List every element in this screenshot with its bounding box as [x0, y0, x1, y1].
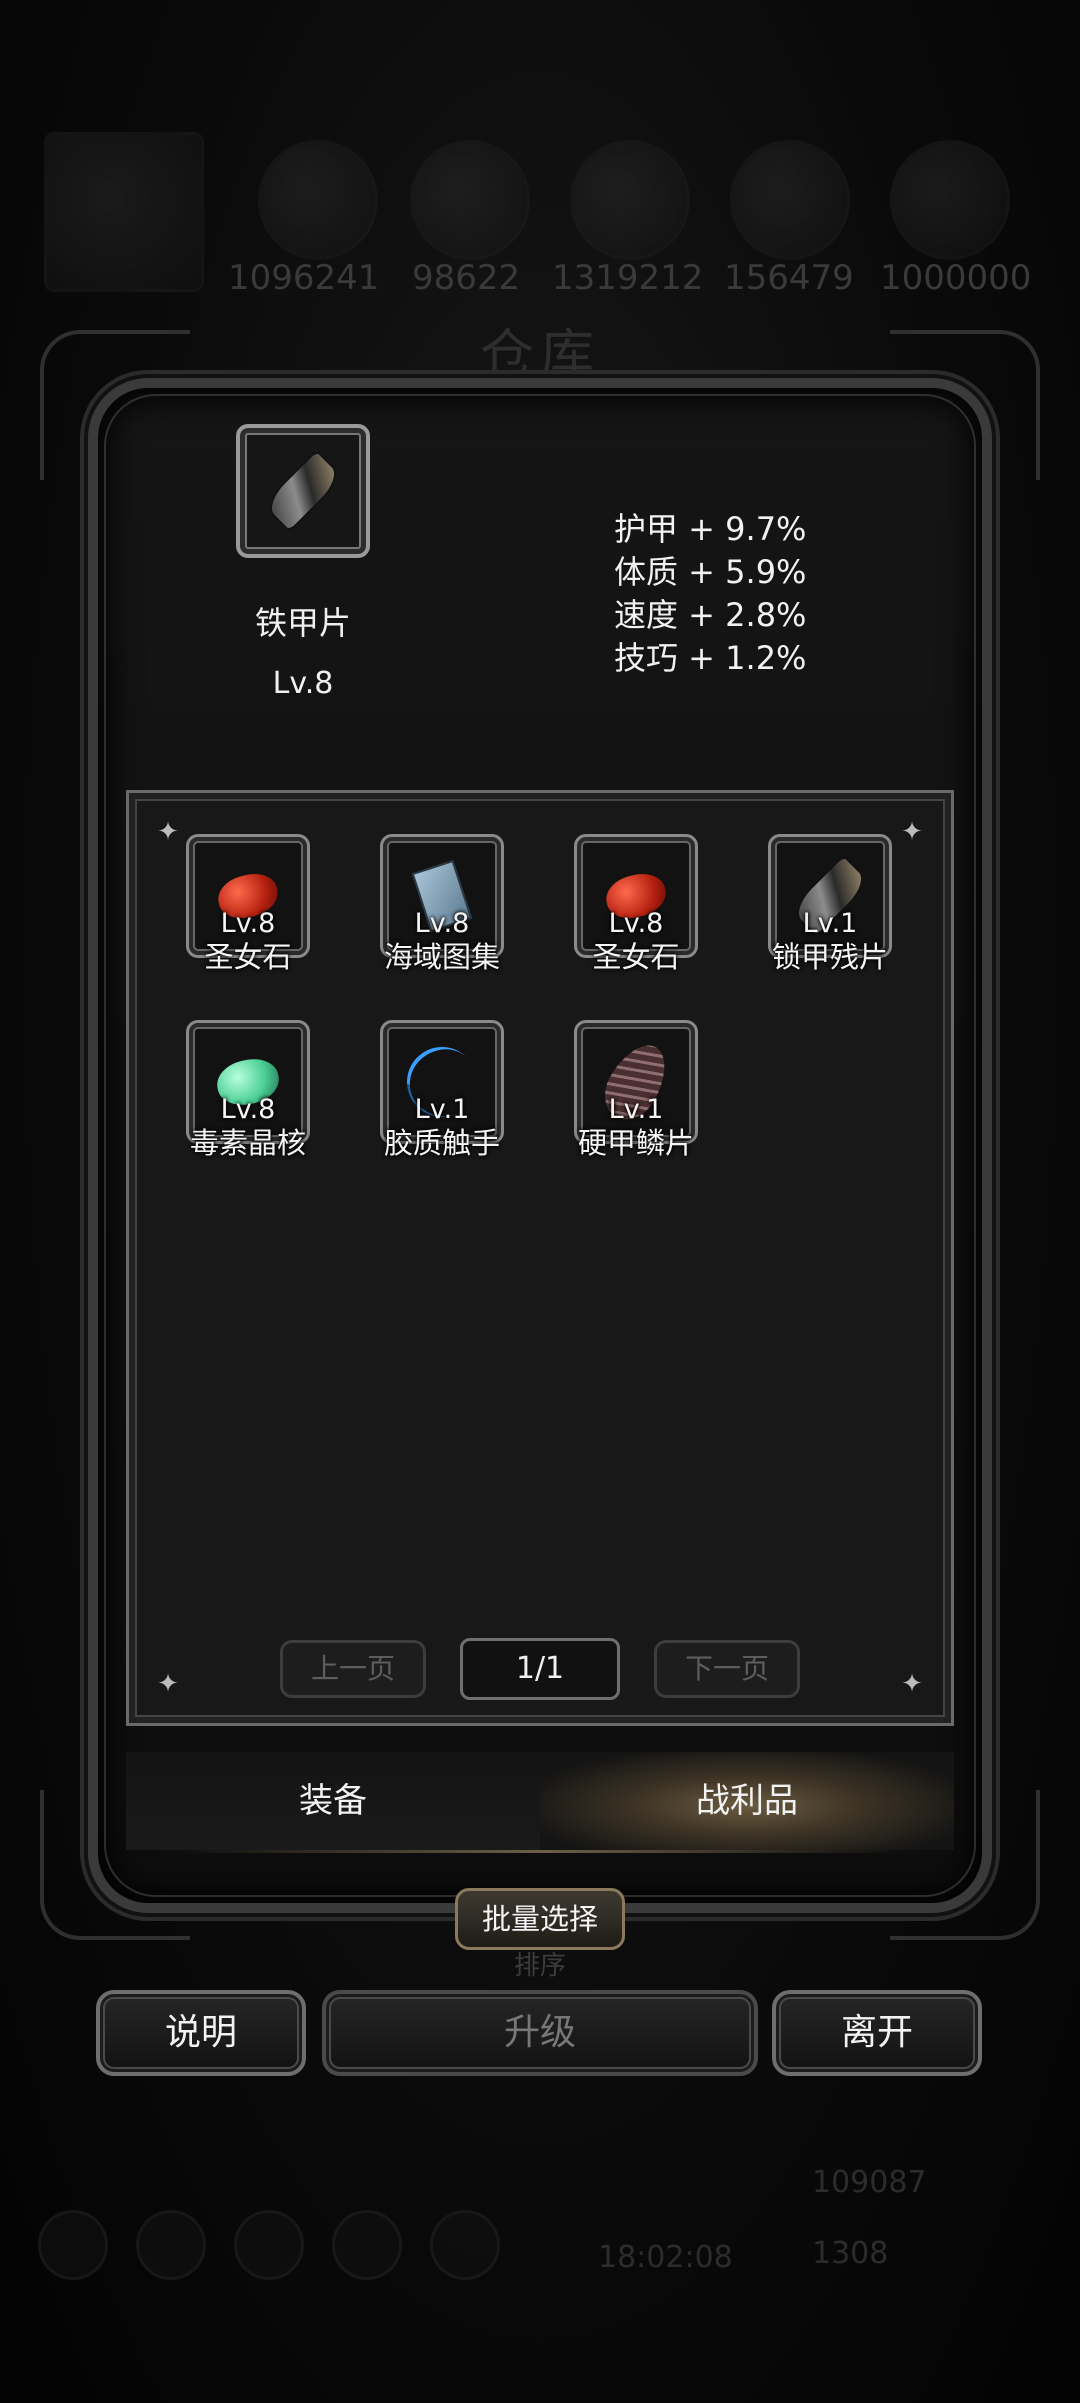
leave-button[interactable]: 离开: [772, 1990, 982, 2076]
background-bottom-icon: [136, 2210, 206, 2280]
background-resource-value: 1000000: [880, 258, 1032, 298]
upgrade-button[interactable]: 升级: [322, 1990, 758, 2076]
background-resource-icon: [570, 140, 690, 260]
tab-divider: [176, 1850, 906, 1853]
background-currency-a: 109087: [812, 2165, 927, 2200]
tab-loot[interactable]: 战利品: [540, 1752, 954, 1850]
page-indicator: 1/1: [460, 1638, 620, 1700]
slot-name: 硬甲鳞片: [577, 1126, 694, 1160]
slot-name: 胶质触手: [383, 1126, 500, 1160]
sparkle-icon: ✦: [901, 817, 923, 847]
sparkle-icon: ✦: [157, 817, 179, 847]
background-bottom-icon: [430, 2210, 500, 2280]
background-weapon-slot: [44, 132, 204, 292]
background-resource-icon: [410, 140, 530, 260]
armor-fragment-icon: [264, 452, 342, 530]
sparkle-icon: ✦: [157, 1669, 179, 1699]
background-resource-icon: [730, 140, 850, 260]
background-currency-b: 1308: [812, 2236, 889, 2271]
selected-item-level: Lv.8: [272, 666, 334, 701]
slot-name: 毒素晶核: [189, 1126, 306, 1160]
background-resource-value: 156479: [724, 258, 854, 298]
sparkle-icon: ✦: [901, 1669, 923, 1699]
sort-button[interactable]: 排序: [470, 1944, 610, 1988]
background-resource-icon: [890, 140, 1010, 260]
background-resource-value: 1096241: [228, 258, 380, 298]
background-bottom-icon: [234, 2210, 304, 2280]
help-button[interactable]: 说明: [96, 1990, 306, 2076]
background-resource-icon: [258, 140, 378, 260]
batch-select-button[interactable]: 批量选择: [455, 1888, 625, 1950]
background-clock: 18:02:08: [598, 2240, 733, 2275]
stat-line: 护甲 + 9.7%: [614, 510, 807, 548]
slot-name: 锁甲残片: [771, 940, 888, 974]
slot-name: 海域图集: [383, 940, 500, 974]
selected-item-name: 铁甲片: [254, 604, 351, 642]
selected-item-stats: 护甲 + 9.7% 体质 + 5.9% 速度 + 2.8% 技巧 + 1.2%: [614, 508, 806, 680]
slot-name: 圣女石: [204, 940, 292, 974]
background-bottom-icon: [332, 2210, 402, 2280]
stat-line: 速度 + 2.8%: [614, 596, 807, 634]
background-bottom-icon: [38, 2210, 108, 2280]
slot-name: 圣女石: [592, 940, 680, 974]
background-resource-value: 1319212: [552, 258, 704, 298]
next-page-button[interactable]: 下一页: [654, 1640, 800, 1698]
background-resource-value: 98622: [412, 258, 521, 298]
selected-item-slot[interactable]: [236, 424, 370, 558]
stat-line: 技巧 + 1.2%: [614, 639, 807, 677]
tab-equipment[interactable]: 装备: [126, 1752, 540, 1850]
prev-page-button[interactable]: 上一页: [280, 1640, 426, 1698]
stat-line: 体质 + 5.9%: [614, 553, 807, 591]
